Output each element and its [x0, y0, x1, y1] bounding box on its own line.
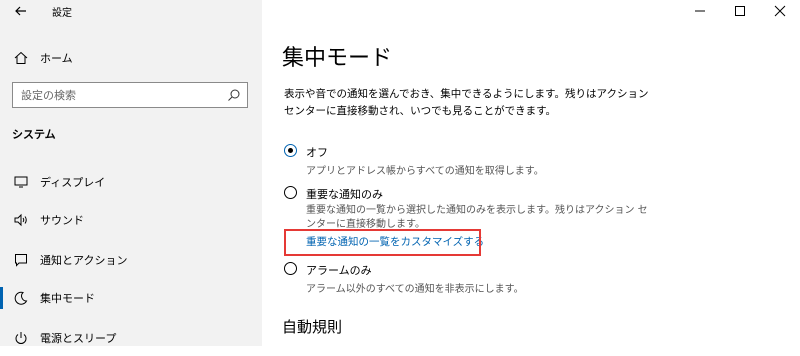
option-label: アラームのみ: [306, 264, 372, 277]
page-description: 表示や音での通知を選んでおき、集中できるようにします。残りはアクション センター…: [284, 88, 649, 117]
sidebar-item-label: サウンド: [40, 214, 84, 227]
search-box[interactable]: [12, 82, 248, 108]
option-description: アプリとアドレス帳からすべての通知を取得します。: [306, 166, 544, 177]
speaker-icon: [13, 212, 29, 228]
section-title: システム: [12, 128, 56, 141]
sidebar-item-notifications[interactable]: 通知とアクション: [0, 242, 262, 278]
sidebar-item-label: ホーム: [40, 52, 73, 65]
page-title: 集中モード: [282, 46, 393, 71]
auto-rules-heading: 自動規則: [282, 318, 343, 336]
radio-button-off[interactable]: [284, 144, 297, 157]
power-icon: [13, 330, 29, 346]
main-content: 集中モード 表示や音での通知を選んでおき、集中できるようにします。残りはアクショ…: [262, 0, 800, 346]
moon-icon: [13, 290, 29, 306]
sidebar-item-label: 電源とスリープ: [40, 332, 117, 345]
home-icon: [13, 50, 29, 66]
search-icon[interactable]: [227, 88, 241, 102]
option-description: アラーム以外のすべての通知を非表示にします。: [306, 284, 524, 295]
app-title: 設定: [52, 8, 72, 19]
option-description: 重要な通知の一覧から選択した通知のみを表示します。残りはアクション センターに直…: [306, 205, 648, 230]
radio-button-priority-only[interactable]: [284, 186, 297, 199]
sidebar-item-label: 通知とアクション: [40, 254, 128, 267]
sidebar-item-home[interactable]: ホーム: [0, 40, 262, 76]
option-label: オフ: [306, 146, 328, 159]
sidebar-item-display[interactable]: ディスプレイ: [0, 164, 262, 200]
monitor-icon: [13, 174, 29, 190]
sidebar-item-label: ディスプレイ: [40, 176, 106, 189]
notification-icon: [13, 252, 29, 268]
search-input[interactable]: [21, 83, 221, 107]
back-arrow-icon[interactable]: [12, 2, 30, 20]
radio-button-alarms-only[interactable]: [284, 262, 297, 275]
sidebar-item-power[interactable]: 電源とスリープ: [0, 320, 262, 356]
sidebar-item-label: 集中モード: [40, 292, 95, 305]
option-label: 重要な通知のみ: [306, 188, 383, 201]
sidebar: 設定 ホーム システム ディスプレイ サウンド 通知とアクション: [0, 0, 262, 346]
sidebar-item-sound[interactable]: サウンド: [0, 202, 262, 238]
sidebar-item-focus-assist[interactable]: 集中モード: [0, 280, 262, 316]
highlight-box: [284, 229, 481, 256]
titlebar-left: 設定: [0, 0, 262, 24]
